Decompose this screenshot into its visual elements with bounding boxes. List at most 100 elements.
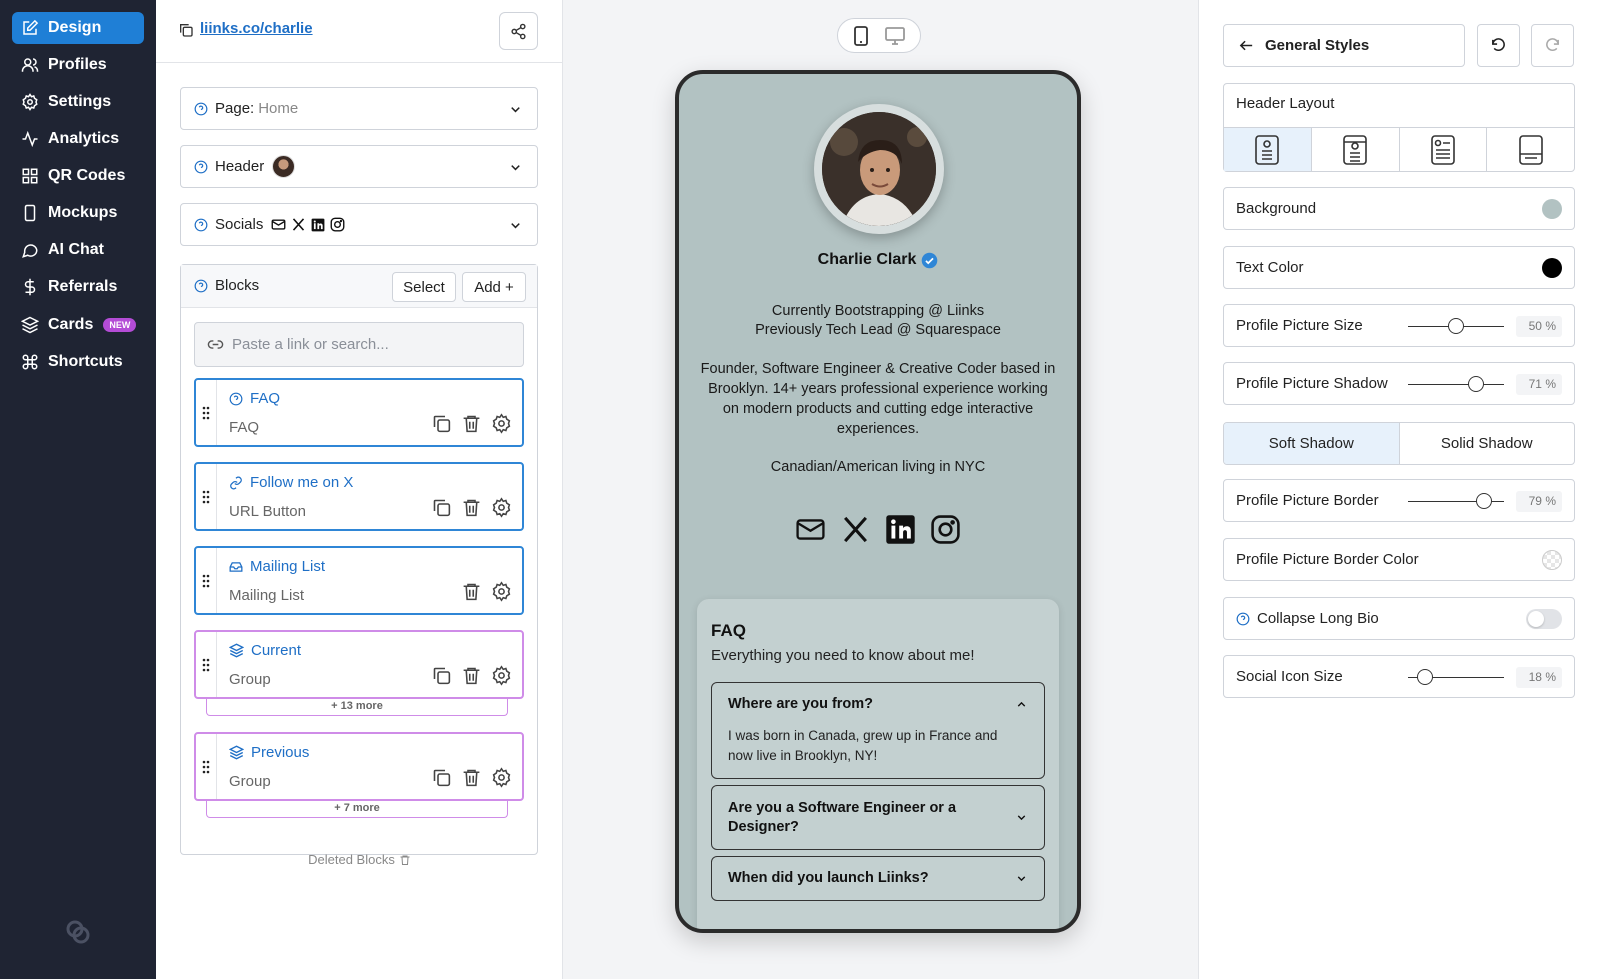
slider-knob[interactable] xyxy=(1417,669,1434,685)
gear-icon[interactable] xyxy=(491,665,512,686)
block-faq[interactable]: FAQ FAQ xyxy=(194,378,524,447)
layout-option-hero[interactable] xyxy=(1487,128,1574,171)
page-label: Page: xyxy=(215,100,255,117)
socials-section[interactable]: Socials xyxy=(180,203,538,246)
sidebar-item-design[interactable]: Design xyxy=(12,12,144,44)
drag-handle-icon[interactable] xyxy=(201,406,211,420)
help-circle-icon[interactable] xyxy=(194,160,208,174)
undo-icon xyxy=(1490,37,1507,54)
help-circle-icon[interactable] xyxy=(194,279,208,293)
mobile-view-icon[interactable] xyxy=(853,25,869,46)
gear-icon[interactable] xyxy=(491,767,512,788)
trash-icon[interactable] xyxy=(461,767,482,788)
profile-url-link[interactable]: liinks.co/charlie xyxy=(200,20,313,37)
background-color-row[interactable]: Background xyxy=(1223,187,1575,230)
x-icon[interactable] xyxy=(840,514,871,545)
select-button[interactable]: Select xyxy=(392,272,456,302)
sidebar-item-profiles[interactable]: Profiles xyxy=(12,49,144,81)
social-icon-size-value[interactable]: 18 % xyxy=(1516,667,1562,688)
deleted-blocks-link[interactable]: Deleted Blocks xyxy=(156,852,563,867)
layout-option-banner[interactable] xyxy=(1312,128,1400,171)
trash-icon[interactable] xyxy=(461,497,482,518)
drag-handle-icon[interactable] xyxy=(201,490,211,504)
slider-knob[interactable] xyxy=(1448,318,1464,334)
sidebar-item-cards[interactable]: Cards NEW xyxy=(12,309,144,341)
trash-icon[interactable] xyxy=(461,665,482,686)
block-title[interactable]: Mailing List xyxy=(229,558,325,575)
sidebar-item-analytics[interactable]: Analytics xyxy=(12,123,144,155)
desktop-view-icon[interactable] xyxy=(885,26,905,45)
block-title[interactable]: FAQ xyxy=(229,390,280,407)
slider-knob[interactable] xyxy=(1475,493,1492,509)
page-selector[interactable]: Page: Home xyxy=(180,87,538,130)
faq-item[interactable]: When did you launch Liinks? xyxy=(711,856,1045,901)
group-more-indicator[interactable]: + 7 more xyxy=(206,801,508,818)
mail-icon[interactable] xyxy=(795,514,826,545)
copy-icon[interactable] xyxy=(178,22,194,38)
drag-handle-icon[interactable] xyxy=(201,658,211,672)
sidebar-item-shortcuts[interactable]: Shortcuts xyxy=(12,346,144,378)
block-follow-x[interactable]: Follow me on X URL Button xyxy=(194,462,524,531)
block-mailing-list[interactable]: Mailing List Mailing List xyxy=(194,546,524,615)
sidebar-item-referrals[interactable]: Referrals xyxy=(12,271,144,303)
picture-shadow-slider[interactable] xyxy=(1408,376,1504,392)
gear-icon[interactable] xyxy=(491,497,512,518)
block-group-previous[interactable]: Previous Group xyxy=(194,732,524,801)
solid-shadow-option[interactable]: Solid Shadow xyxy=(1400,423,1575,464)
border-color-row[interactable]: Profile Picture Border Color xyxy=(1223,538,1575,581)
picture-border-slider[interactable] xyxy=(1408,493,1504,509)
add-block-button[interactable]: Add + xyxy=(462,272,526,302)
slider-knob[interactable] xyxy=(1468,376,1485,392)
soft-shadow-option[interactable]: Soft Shadow xyxy=(1224,423,1400,464)
sidebar-item-qr-codes[interactable]: QR Codes xyxy=(12,160,144,192)
drag-handle-icon[interactable] xyxy=(201,760,211,774)
linkedin-icon[interactable] xyxy=(885,514,916,545)
help-circle-icon[interactable] xyxy=(194,102,208,116)
help-circle-icon[interactable] xyxy=(1236,612,1250,626)
gear-icon[interactable] xyxy=(491,581,512,602)
sidebar-item-label: Analytics xyxy=(48,130,120,147)
layout-option-left[interactable] xyxy=(1400,128,1488,171)
block-title[interactable]: Follow me on X xyxy=(229,474,353,491)
picture-border-value[interactable]: 79 % xyxy=(1516,491,1562,512)
duplicate-icon[interactable] xyxy=(431,413,452,434)
drag-handle-icon[interactable] xyxy=(201,574,211,588)
undo-button[interactable] xyxy=(1477,24,1520,67)
group-more-indicator[interactable]: + 13 more xyxy=(206,699,508,716)
faq-item[interactable]: Are you a Software Engineer or a Designe… xyxy=(711,785,1045,850)
background-color-swatch[interactable] xyxy=(1542,199,1562,219)
text-color-row[interactable]: Text Color xyxy=(1223,246,1575,289)
sidebar-item-ai-chat[interactable]: AI Chat xyxy=(12,234,144,266)
trash-icon[interactable] xyxy=(461,413,482,434)
help-circle-icon[interactable] xyxy=(194,218,208,232)
duplicate-icon[interactable] xyxy=(431,665,452,686)
social-icon-size-slider[interactable] xyxy=(1408,669,1504,685)
header-section[interactable]: Header xyxy=(180,145,538,188)
layout-left-icon xyxy=(1431,134,1455,165)
back-to-styles-button[interactable]: General Styles xyxy=(1223,24,1465,67)
layout-options xyxy=(1224,127,1574,171)
instagram-icon[interactable] xyxy=(930,514,961,545)
collapse-bio-toggle[interactable] xyxy=(1526,609,1562,629)
redo-button[interactable] xyxy=(1531,24,1574,67)
layout-option-centered[interactable] xyxy=(1224,128,1312,171)
layout-centered-icon xyxy=(1255,134,1280,165)
gear-icon[interactable] xyxy=(491,413,512,434)
border-color-swatch[interactable] xyxy=(1542,550,1562,570)
faq-item[interactable]: Where are you from? I was born in Canada… xyxy=(711,682,1045,779)
duplicate-icon[interactable] xyxy=(431,767,452,788)
sidebar-item-mockups[interactable]: Mockups xyxy=(12,197,144,229)
panel-title: General Styles xyxy=(1265,37,1370,54)
block-title[interactable]: Current xyxy=(229,642,301,659)
block-group-current[interactable]: Current Group xyxy=(194,630,524,699)
sidebar-item-settings[interactable]: Settings xyxy=(12,86,144,118)
block-title[interactable]: Previous xyxy=(229,744,309,761)
share-button[interactable] xyxy=(499,12,538,50)
picture-shadow-value[interactable]: 71 % xyxy=(1516,374,1562,395)
link-search-input[interactable]: Paste a link or search... xyxy=(194,322,524,367)
picture-size-slider[interactable] xyxy=(1408,318,1504,334)
duplicate-icon[interactable] xyxy=(431,497,452,518)
text-color-swatch[interactable] xyxy=(1542,258,1562,278)
picture-size-value[interactable]: 50 % xyxy=(1516,316,1562,337)
trash-icon[interactable] xyxy=(461,581,482,602)
